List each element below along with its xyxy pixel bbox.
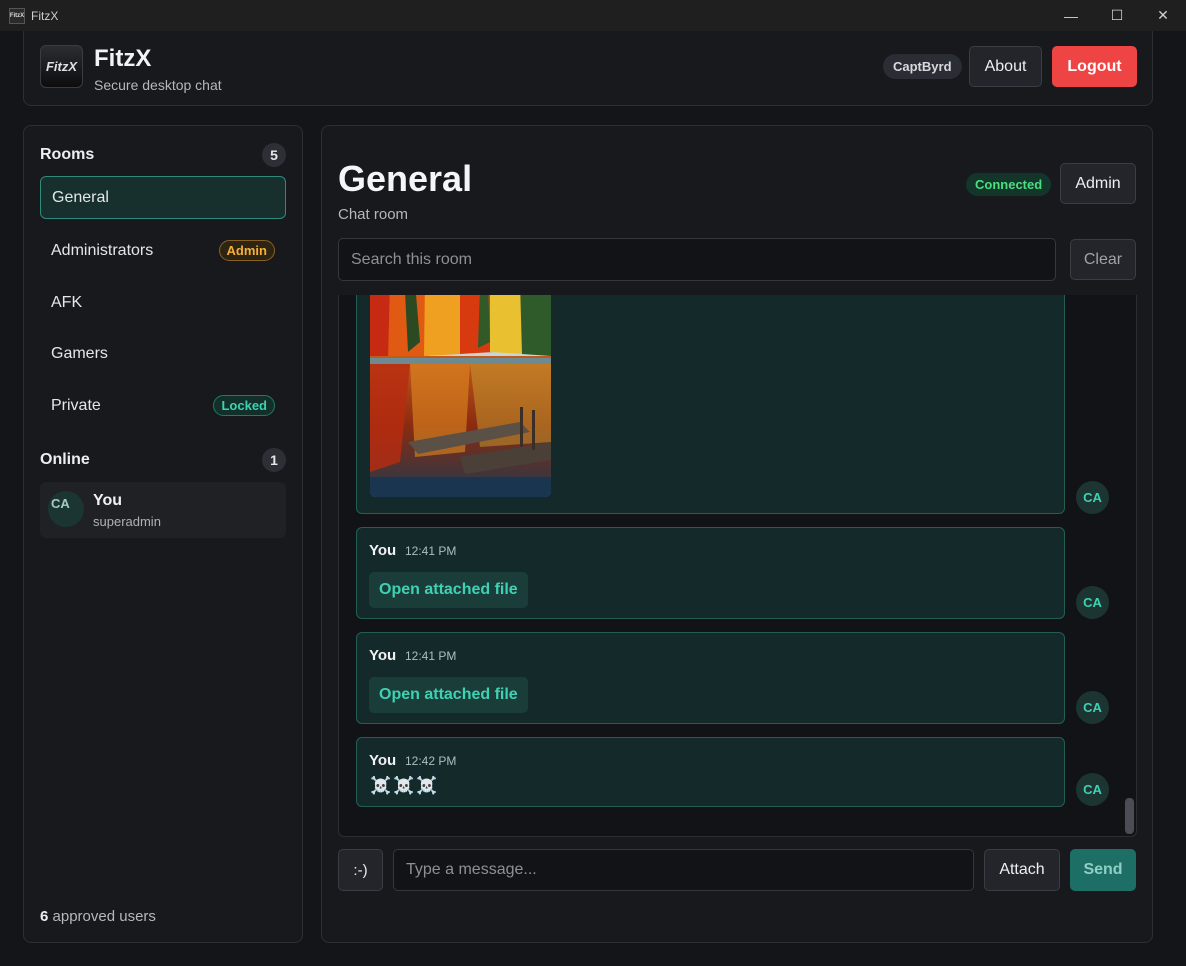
message-time: 12:41 PM [405, 649, 457, 663]
logout-button[interactable]: Logout [1052, 46, 1137, 87]
chat-panel: General Chat room Connected Admin Clear [321, 125, 1153, 943]
open-attached-file-link[interactable]: Open attached file [369, 677, 528, 713]
online-header: Online 1 [40, 448, 286, 472]
room-subtitle: Chat room [338, 206, 409, 223]
message-author: You [369, 647, 397, 664]
online-user-role: superadmin [93, 514, 161, 529]
message-time: 12:42 PM [405, 754, 457, 768]
status-badge: Connected [966, 173, 1052, 196]
approved-users-count: 6 approved users [40, 908, 156, 925]
room-name: AFK [51, 293, 83, 311]
avatar: CA [48, 491, 84, 527]
admin-button[interactable]: Admin [1060, 163, 1136, 204]
room-item-administrators[interactable]: Administrators Admin [40, 229, 286, 272]
message-author: You [369, 542, 397, 559]
brand-subtitle: Secure desktop chat [94, 77, 222, 93]
minimize-button[interactable]: — [1048, 0, 1094, 31]
send-button[interactable]: Send [1070, 849, 1136, 891]
room-title: General [338, 158, 473, 199]
emoji-button[interactable]: :-) [338, 849, 383, 891]
app-root: FitzX FitzX Secure desktop chat CaptByrd… [0, 31, 1186, 966]
app-icon: FitzX [9, 7, 25, 24]
attach-button[interactable]: Attach [984, 849, 1060, 891]
brand-title: FitzX [94, 45, 152, 72]
clear-button[interactable]: Clear [1070, 239, 1136, 280]
about-button[interactable]: About [969, 46, 1042, 87]
online-user-item[interactable]: CA You superadmin [40, 482, 286, 538]
avatar: CA [1076, 481, 1109, 514]
avatar: CA [1076, 586, 1109, 619]
online-user-name: You [93, 492, 123, 509]
locked-tag: Locked [213, 395, 275, 416]
attached-image[interactable] [370, 295, 551, 497]
message-text: ☠️☠️☠️ [370, 776, 440, 795]
search-input[interactable] [338, 238, 1056, 281]
room-name: Private [51, 396, 101, 414]
avatar: CA [1076, 773, 1109, 806]
room-item-gamers[interactable]: Gamers [40, 332, 286, 375]
avatar: CA [1076, 691, 1109, 724]
message-item: You 12:41 PM Open attached file [356, 527, 1065, 619]
window-title: FitzX [31, 8, 59, 23]
message-scrollbar[interactable] [1125, 798, 1134, 834]
maximize-button[interactable]: ☐ [1094, 0, 1140, 31]
message-author: You [369, 752, 397, 769]
fitzx-logo: FitzX [40, 45, 83, 88]
message-item: You 12:41 PM Open attached file [356, 632, 1065, 724]
message-image [356, 295, 1065, 514]
header: FitzX FitzX Secure desktop chat CaptByrd… [23, 31, 1153, 106]
online-count: 1 [262, 448, 286, 472]
username-chip: CaptByrd [883, 54, 962, 79]
room-item-general[interactable]: General [40, 176, 286, 219]
rooms-count: 5 [262, 143, 286, 167]
message-item: You 12:42 PM ☠️☠️☠️ [356, 737, 1065, 807]
room-name: Gamers [51, 344, 108, 362]
message-time: 12:41 PM [405, 544, 457, 558]
message-input[interactable] [393, 849, 974, 891]
admin-tag: Admin [218, 240, 275, 261]
rooms-header: Rooms 5 [40, 143, 286, 167]
close-button[interactable]: ✕ [1140, 0, 1186, 31]
rooms-label: Rooms [40, 146, 95, 163]
message-list[interactable]: CA You 12:41 PM Open attached file CA Yo… [338, 295, 1137, 837]
room-item-private[interactable]: Private Locked [40, 384, 286, 427]
sidebar: Rooms 5 General Administrators Admin AFK… [23, 125, 303, 943]
room-name: General [52, 188, 109, 206]
open-attached-file-link[interactable]: Open attached file [369, 572, 528, 608]
room-item-afk[interactable]: AFK [40, 281, 286, 324]
online-label: Online [40, 451, 90, 468]
title-bar: FitzX FitzX — ☐ ✕ [0, 0, 1186, 31]
room-name: Administrators [51, 241, 154, 259]
